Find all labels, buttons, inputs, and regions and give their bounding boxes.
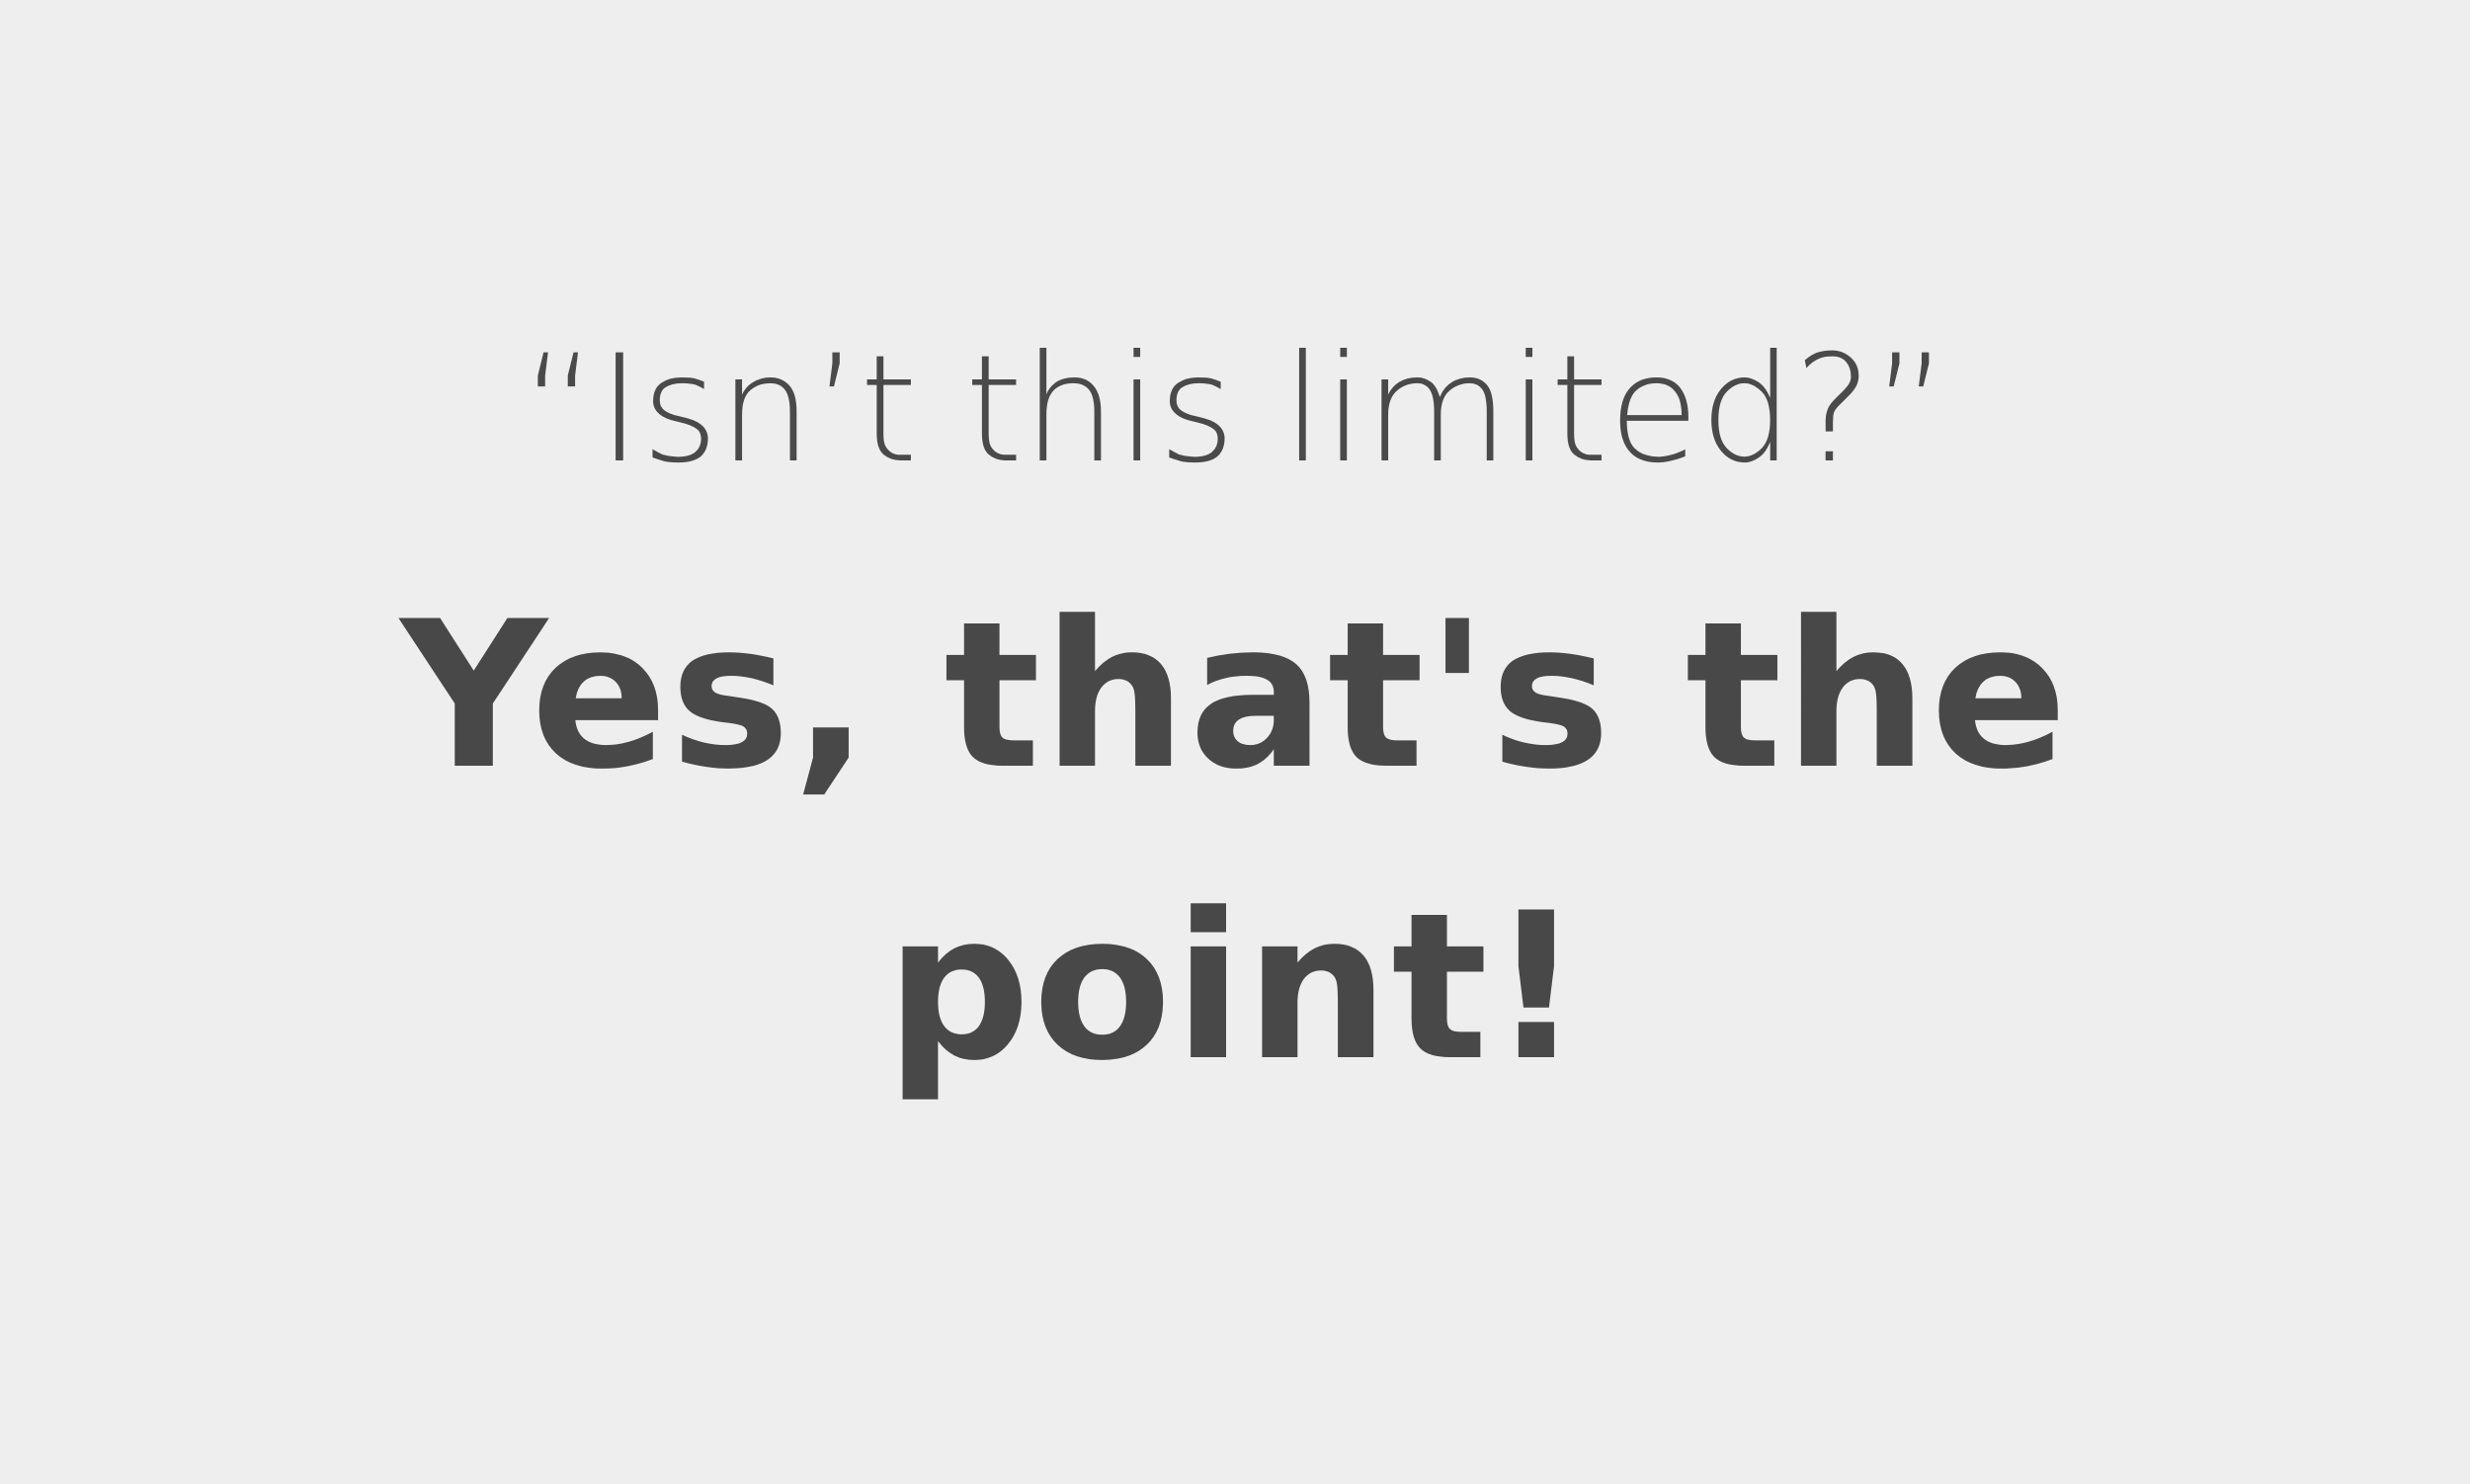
question-text: “Isn’t this limited?” (521, 324, 1949, 496)
answer-text-line-2: point! (885, 870, 1585, 1106)
answer-text-line-1: Yes, that's the (400, 579, 2070, 814)
slide: “Isn’t this limited?” Yes, that's the po… (0, 0, 2470, 1484)
